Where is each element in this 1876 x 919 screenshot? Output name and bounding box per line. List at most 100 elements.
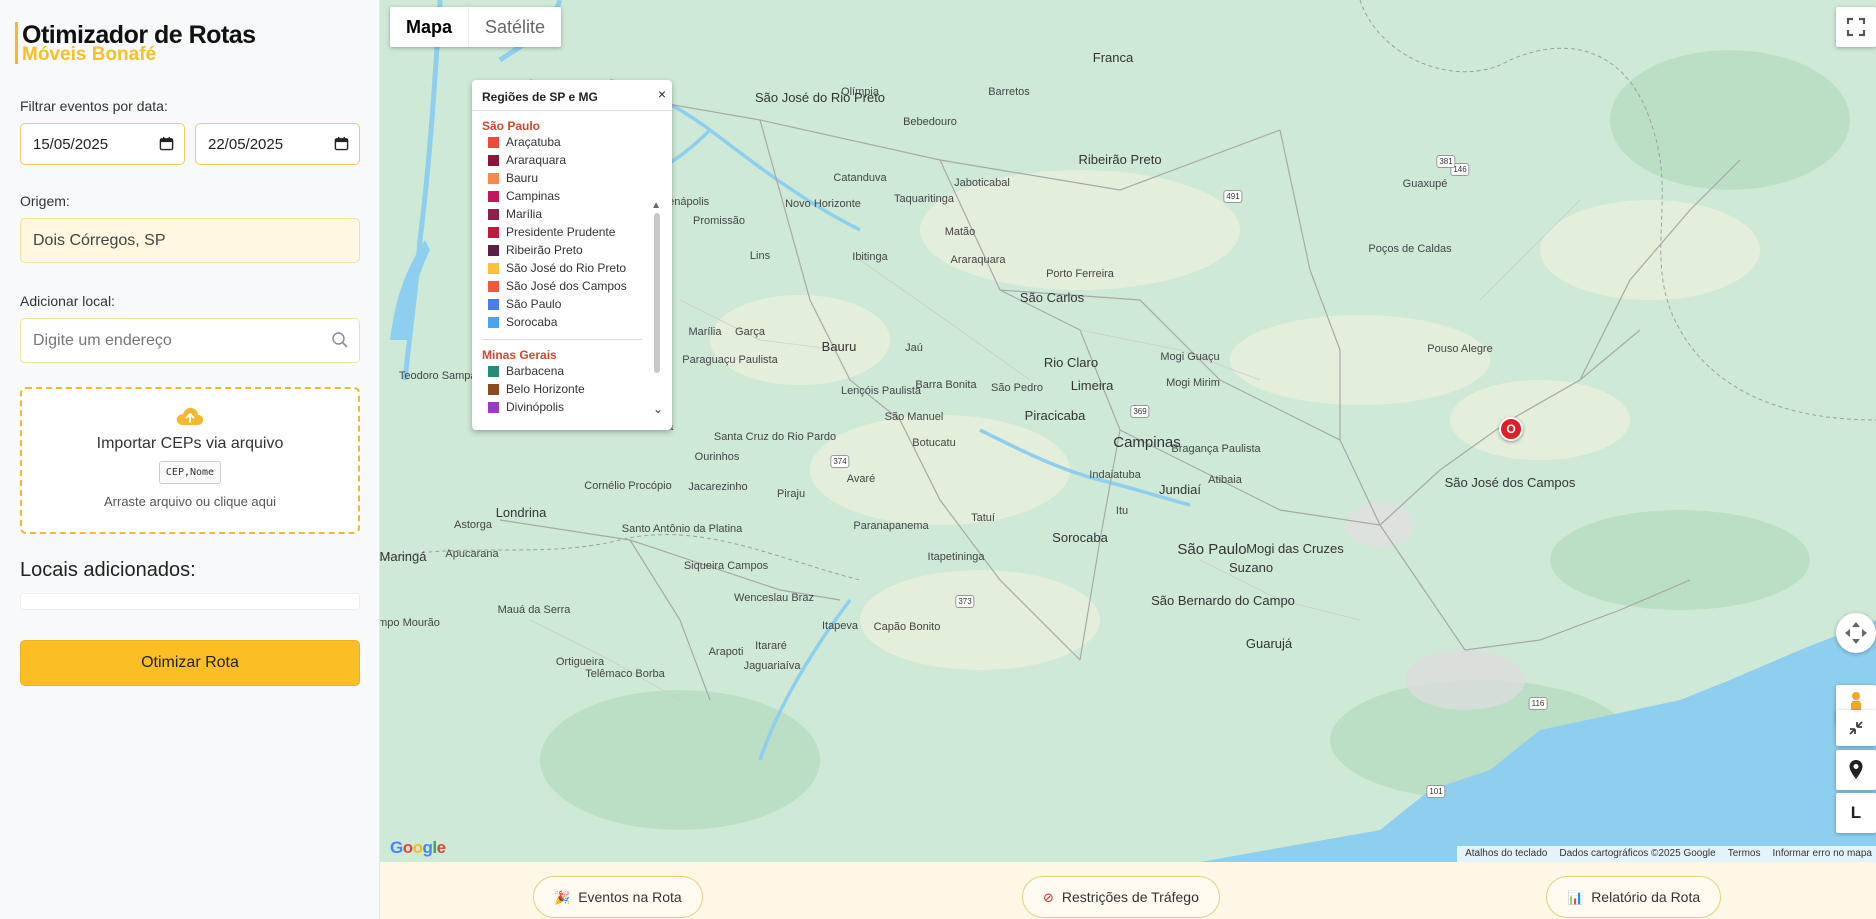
map-type-control: Mapa Satélite xyxy=(390,7,562,47)
legend-group-title: Minas Gerais xyxy=(482,348,557,362)
app-root: Otimizador de Rotas Móveis Bonafé Filtra… xyxy=(0,0,1876,919)
legend-item-label: Divinópolis xyxy=(506,400,565,414)
party-icon: 🎉 xyxy=(554,890,571,905)
city-label: Arapoti xyxy=(708,646,744,658)
legend-item-label: Marília xyxy=(506,207,543,221)
optimize-route-button[interactable]: Otimizar Rota xyxy=(20,640,360,686)
legend-item-label: Presidente Prudente xyxy=(506,225,616,239)
import-dropzone[interactable]: Importar CEPs via arquivo CEP,Nome Arras… xyxy=(20,387,360,534)
legend-item-label: Barbacena xyxy=(506,364,565,378)
city-label: Mogi Mirim xyxy=(1166,377,1220,389)
highway-shield: 373 xyxy=(955,595,975,608)
city-label: Franca xyxy=(1092,50,1134,65)
map-type-map-button[interactable]: Mapa xyxy=(390,7,468,47)
legend-swatch xyxy=(488,226,499,238)
city-label: São Paulo xyxy=(1177,541,1247,558)
legend-item-label: São José dos Campos xyxy=(506,279,627,293)
legend-item-label: Belo Horizonte xyxy=(506,382,585,396)
legend-swatch xyxy=(488,401,499,413)
scroll-down-icon[interactable]: ⌄ xyxy=(653,402,663,416)
city-label: Araraquara xyxy=(950,254,1006,266)
origin-marker[interactable]: O xyxy=(1499,417,1523,441)
add-location-label: Adicionar local: xyxy=(20,293,115,309)
legend-swatch xyxy=(488,365,499,377)
city-label: Barretos xyxy=(988,86,1030,98)
city-label: Mogi das Cruzes xyxy=(1246,541,1344,556)
city-label: Jundiaí xyxy=(1159,482,1201,497)
city-label: Sorocaba xyxy=(1052,530,1108,545)
legend-item: Sorocaba xyxy=(472,313,672,331)
bar-chart-icon: 📊 xyxy=(1567,890,1584,905)
import-title: Importar CEPs via arquivo xyxy=(96,435,284,452)
legend-swatch xyxy=(488,316,499,328)
route-events-button[interactable]: 🎉 Eventos na Rota xyxy=(533,876,703,918)
collapse-icon xyxy=(1849,721,1863,735)
legend-item: São Paulo xyxy=(472,295,672,313)
end-date-input[interactable]: 22/05/2025 xyxy=(195,123,360,165)
start-date-input[interactable]: 15/05/2025 xyxy=(20,123,185,165)
city-label: São Carlos xyxy=(1019,290,1085,305)
city-label: Jacarezinho xyxy=(688,481,748,493)
legend-item: Bauru xyxy=(472,169,672,187)
highway-shield: 116 xyxy=(1528,697,1548,710)
traffic-restrictions-button[interactable]: ⊘ Restrições de Tráfego xyxy=(1022,876,1220,918)
city-label: Jaboticabal xyxy=(954,177,1010,189)
city-label: Paraguaçu Paulista xyxy=(682,354,778,366)
origin-input[interactable]: Dois Córregos, SP xyxy=(20,218,360,263)
search-icon[interactable] xyxy=(331,331,349,349)
city-label: Apucarana xyxy=(445,548,499,560)
legend-swatch xyxy=(488,208,499,220)
added-locations-list xyxy=(20,593,360,610)
city-label: Ortigueira xyxy=(555,656,605,668)
legend-scrollbar[interactable] xyxy=(654,213,660,373)
city-label: Matão xyxy=(944,226,976,238)
fullscreen-button[interactable] xyxy=(1836,7,1876,47)
city-label: Itapeva xyxy=(821,620,859,632)
cloud-upload-icon xyxy=(176,407,204,425)
layer-toggle-button[interactable]: L xyxy=(1836,793,1876,833)
legend-item-label: Campinas xyxy=(506,189,561,203)
legend-item: Marília xyxy=(472,205,672,223)
city-label: Tatuí xyxy=(971,512,995,524)
city-label: Jaú xyxy=(905,342,923,354)
calendar-icon[interactable] xyxy=(159,136,174,151)
legend-item: Barbacena xyxy=(472,362,672,380)
city-label: Avaré xyxy=(846,473,876,485)
camera-control-button[interactable] xyxy=(1836,613,1876,653)
location-pin-icon xyxy=(1849,760,1863,779)
route-report-button[interactable]: 📊 Relatório da Rota xyxy=(1546,876,1722,918)
legend-swatch xyxy=(488,262,499,274)
route-report-label: Relatório da Rota xyxy=(1591,889,1701,905)
brand: Otimizador de Rotas Móveis Bonafé xyxy=(15,22,256,64)
city-label: São Bernardo do Campo xyxy=(1151,593,1295,608)
legend-swatch xyxy=(488,154,499,166)
city-label: Mauá da Serra xyxy=(497,604,571,616)
highway-shield: 381 xyxy=(1436,155,1456,168)
legend-item-label: Sorocaba xyxy=(506,315,558,329)
added-locations-title: Locais adicionados: xyxy=(20,559,196,581)
map-type-satellite-button[interactable]: Satélite xyxy=(468,7,561,47)
city-label: Garça xyxy=(735,326,765,338)
map-canvas[interactable]: Franca São José do Rio Preto Araçatuba Ribe… xyxy=(380,0,1876,862)
legend-item: São José do Rio Preto xyxy=(472,259,672,277)
legend-close-button[interactable]: × xyxy=(658,86,666,102)
scroll-up-icon[interactable]: ▲ xyxy=(651,200,661,211)
city-label: Limeira xyxy=(1070,378,1114,393)
keyboard-shortcuts-link[interactable]: Atalhos do teclado xyxy=(1465,848,1547,862)
calendar-icon[interactable] xyxy=(334,136,349,151)
terms-link[interactable]: Termos xyxy=(1728,848,1761,862)
city-label: Promissão xyxy=(693,215,745,227)
legend-swatch xyxy=(488,280,499,292)
city-label: Itu xyxy=(1115,505,1129,517)
collapse-button[interactable] xyxy=(1836,710,1876,746)
my-location-button[interactable] xyxy=(1836,750,1876,790)
legend-item-label: Araraquara xyxy=(506,153,567,167)
address-search-input[interactable]: Digite um endereço xyxy=(20,318,360,363)
city-label: Telêmaco Borba xyxy=(585,668,665,680)
city-label: Capão Bonito xyxy=(873,621,941,633)
city-label: Santo Antônio da Platina xyxy=(621,523,743,535)
legend-item: Presidente Prudente xyxy=(472,223,672,241)
map-data-notice: Dados cartográficos ©2025 Google xyxy=(1559,848,1716,859)
sidebar: Otimizador de Rotas Móveis Bonafé Filtra… xyxy=(0,0,380,919)
report-error-link[interactable]: Informar erro no mapa xyxy=(1773,848,1873,862)
